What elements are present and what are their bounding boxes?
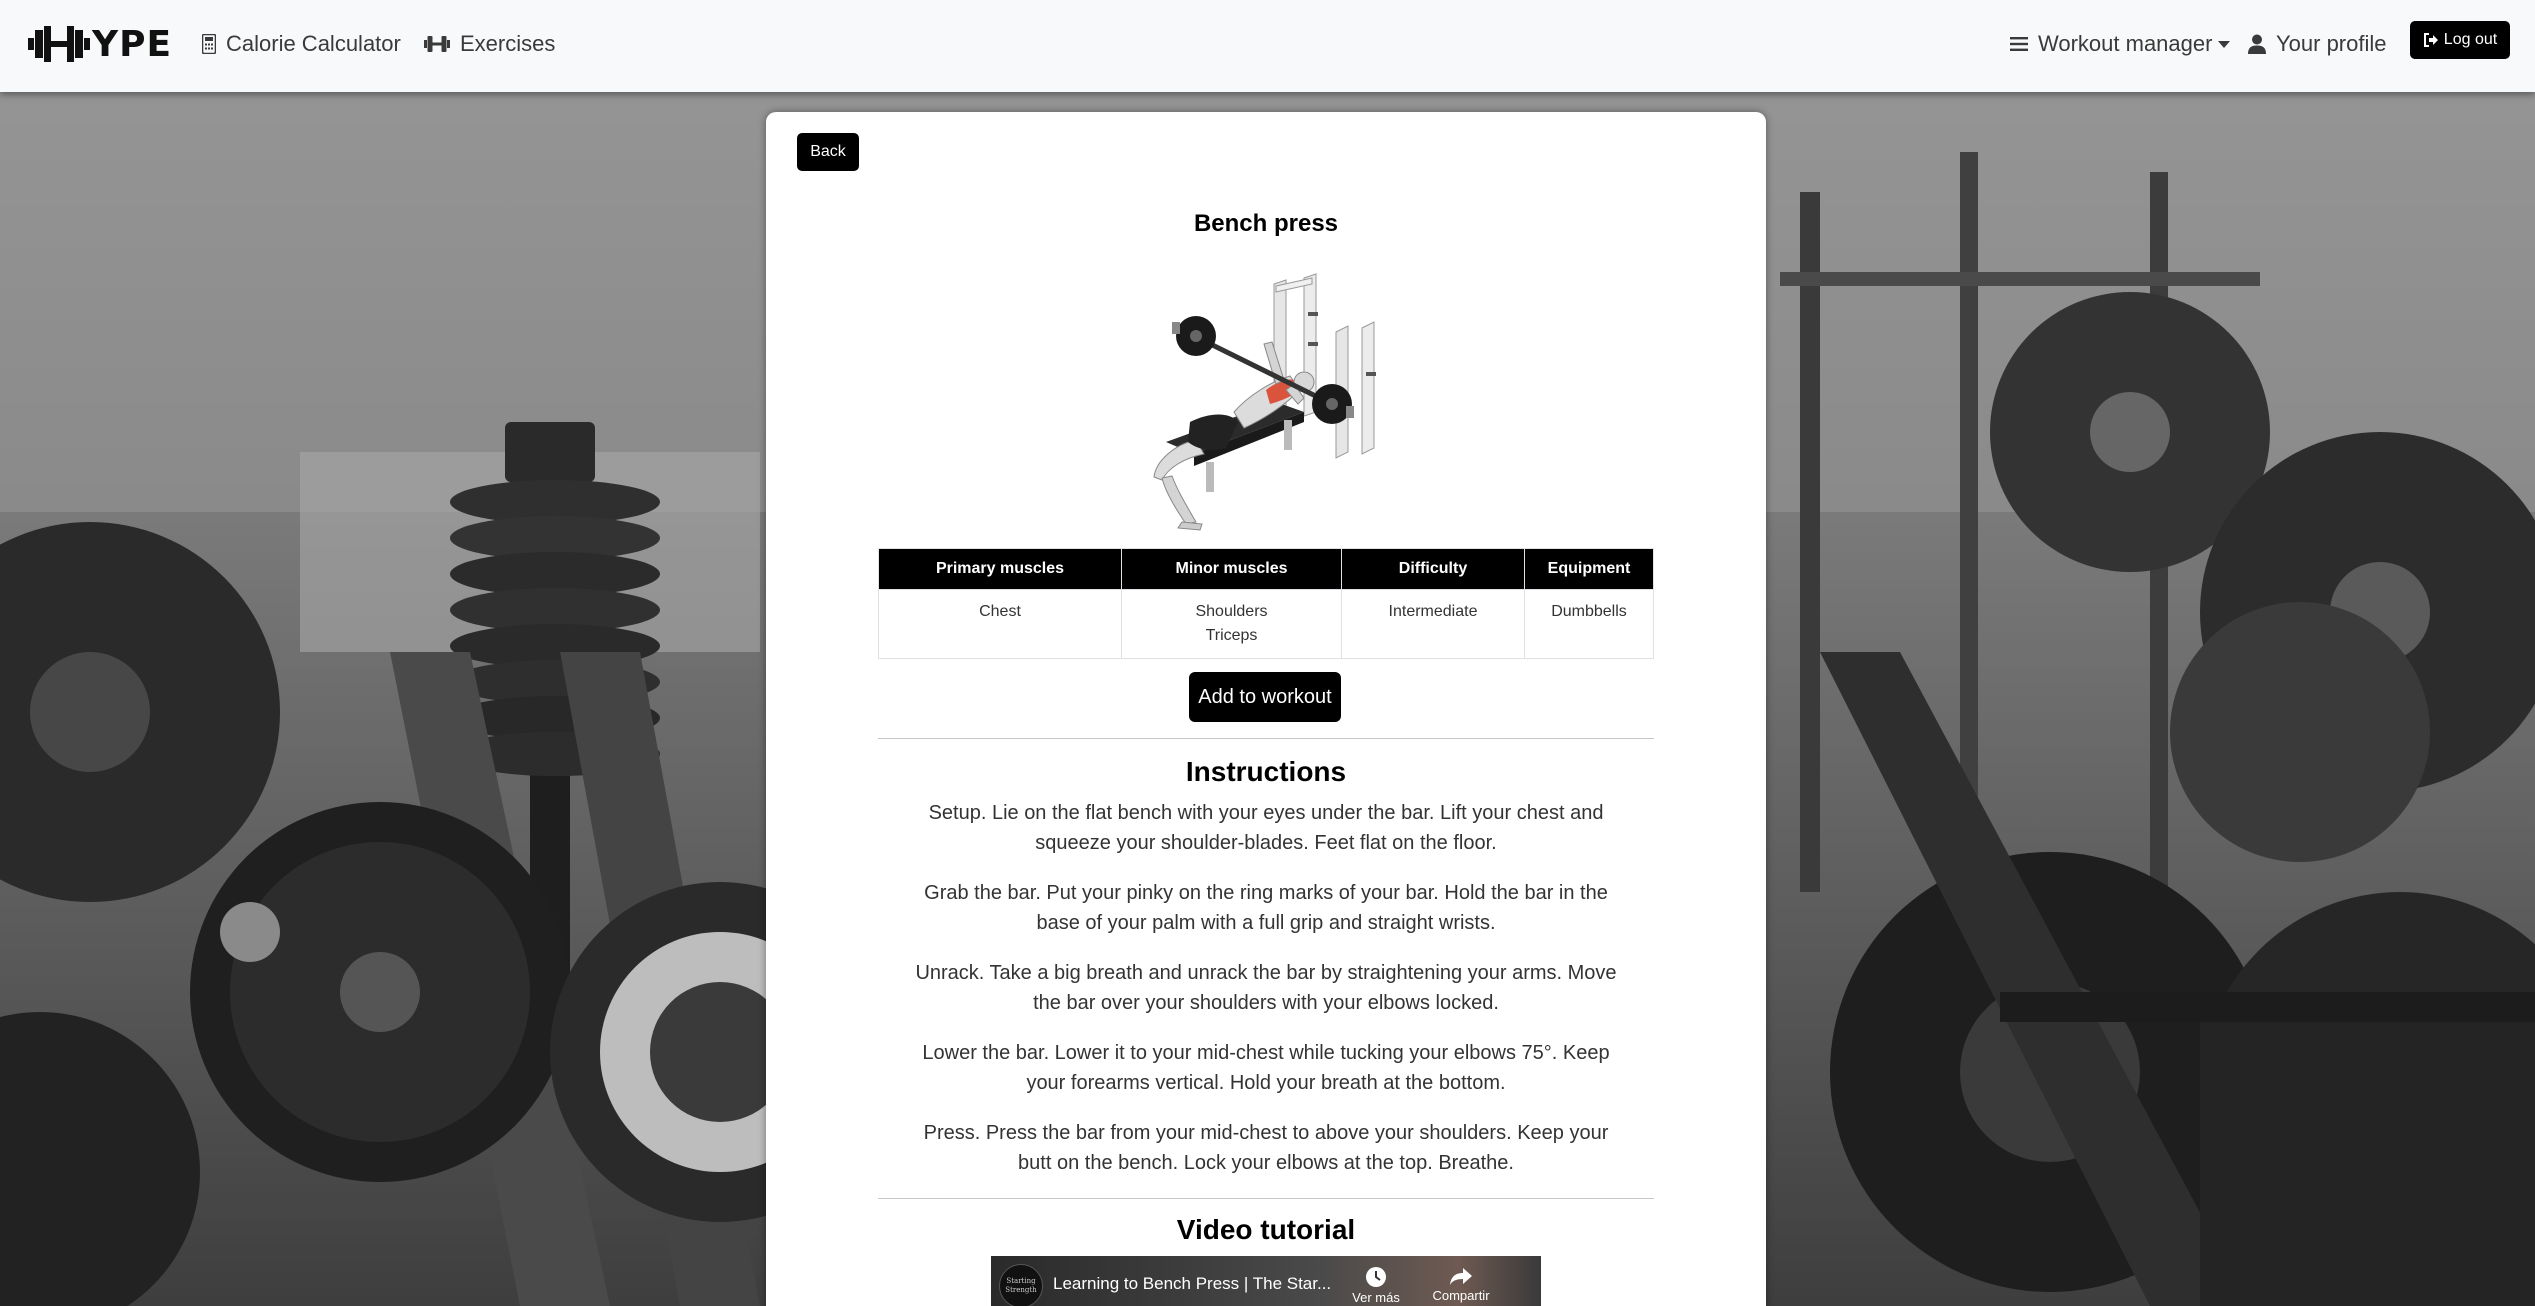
share-icon [1450, 1268, 1472, 1285]
header-minor-muscles: Minor muscles [1121, 548, 1342, 590]
instruction-step: Lower the bar. Lower it to your mid-ches… [922, 1042, 1610, 1094]
watch-later-button[interactable]: Ver más tarde [1341, 1266, 1411, 1306]
cell-difficulty: Intermediate [1341, 589, 1525, 659]
header-difficulty: Difficulty [1341, 548, 1525, 590]
nav-your-profile[interactable]: Your profile [2248, 26, 2386, 62]
header-equipment: Equipment [1524, 548, 1654, 590]
caret-down-icon [2218, 40, 2231, 48]
navbar: YPE Calorie Calculator Exercises Workout… [0, 0, 2535, 92]
cell-equipment: Dumbbells [1524, 589, 1654, 659]
table-row: Chest Shoulders Triceps Intermediate Dum… [878, 589, 1654, 659]
logout-label: Log out [2443, 31, 2498, 48]
calculator-icon [202, 34, 216, 54]
share-label: Compartir [1432, 1288, 1490, 1303]
cell-primary-muscles: Chest [878, 589, 1122, 659]
exercise-title: Bench press [1193, 210, 1339, 237]
watch-later-label: Ver más tarde [1352, 1290, 1400, 1306]
channel-avatar[interactable]: Starting Strength [999, 1264, 1043, 1306]
barbell-icon [28, 26, 90, 62]
video-embed[interactable]: Starting Strength Learning to Bench Pres… [991, 1256, 1541, 1306]
hamburger-icon [2010, 37, 2028, 51]
nav-profile-label: Your profile [2276, 31, 2387, 56]
dumbbell-icon [424, 36, 450, 52]
table-header-row: Primary muscles Minor muscles Difficulty… [878, 548, 1654, 590]
share-button[interactable]: Compartir [1426, 1266, 1496, 1303]
instruction-step: Grab the bar. Put your pinky on the ring… [924, 882, 1608, 934]
add-to-workout-button[interactable]: Add to workout [1189, 672, 1341, 722]
header-primary-muscles: Primary muscles [878, 548, 1122, 590]
instruction-step: Press. Press the bar from your mid-chest… [923, 1122, 1609, 1174]
cell-minor-muscles: Shoulders Triceps [1121, 589, 1342, 659]
exercise-info-table: Primary muscles Minor muscles Difficulty… [878, 548, 1654, 659]
user-icon [2248, 34, 2266, 54]
instructions-heading: Instructions [1185, 756, 1347, 787]
exercise-illustration [1153, 273, 1376, 531]
nav-calorie-label: Calorie Calculator [226, 31, 401, 56]
instruction-step: Setup. Lie on the flat bench with your e… [928, 802, 1604, 854]
clock-icon [1366, 1267, 1386, 1287]
nav-calorie-calculator[interactable]: Calorie Calculator [202, 26, 401, 62]
instruction-step: Unrack. Take a big breath and unrack the… [915, 962, 1617, 1014]
logout-button[interactable]: Log out [2410, 21, 2510, 59]
nav-workout-manager-label: Workout manager [2038, 31, 2213, 56]
primary-muscle: Chest [979, 603, 1021, 620]
divider [878, 1198, 1654, 1199]
nav-workout-manager-dropdown[interactable]: Workout manager [2010, 26, 2231, 62]
nav-exercises-label: Exercises [460, 31, 556, 56]
sign-out-icon [2423, 33, 2438, 47]
instructions-list: Setup. Lie on the flat bench with your e… [906, 798, 1626, 1198]
nav-exercises[interactable]: Exercises [424, 26, 555, 62]
video-tutorial-heading: Video tutorial [1176, 1214, 1356, 1245]
minor-muscle: Triceps [1205, 627, 1258, 644]
divider [878, 738, 1654, 739]
back-button[interactable]: Back [797, 133, 859, 171]
video-title[interactable]: Learning to Bench Press | The Star... [1053, 1274, 1331, 1294]
brand-text: YPE [92, 23, 173, 65]
minor-muscle: Shoulders [1195, 603, 1268, 620]
brand-logo[interactable]: YPE [28, 22, 172, 66]
exercise-card: Back Bench press Primary muscles Minor m… [766, 112, 1766, 1306]
